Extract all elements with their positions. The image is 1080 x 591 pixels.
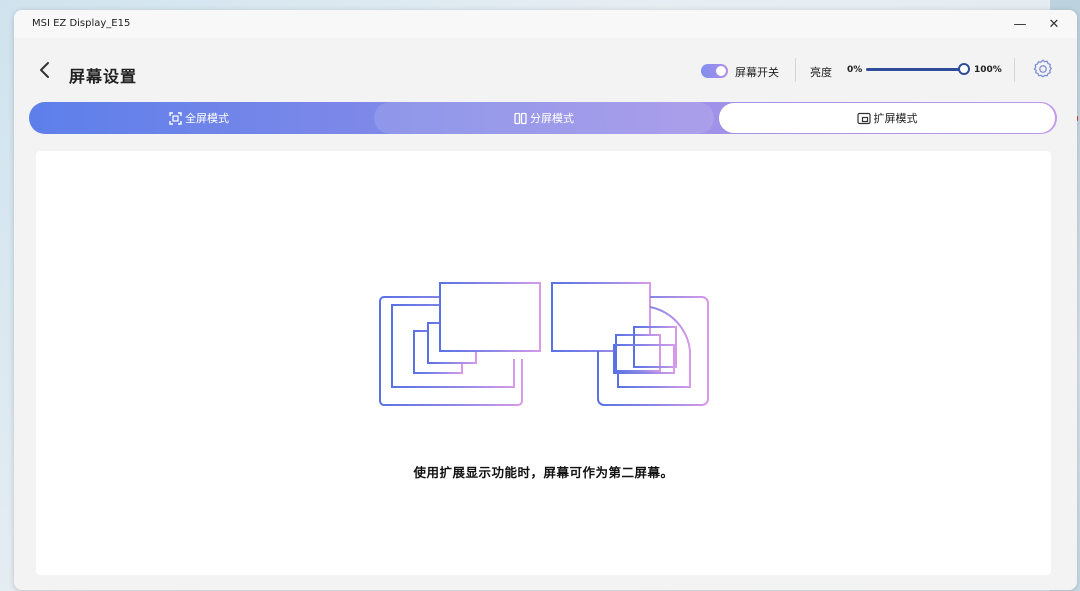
divider (795, 58, 796, 82)
mode-tabs: 全屏模式 分屏模式 扩屏模式 (29, 102, 1057, 134)
brightness-label: 亮度 (810, 66, 832, 79)
brightness-slider[interactable] (866, 68, 962, 71)
header-bar: 屏幕设置 屏幕开关 亮度 0% 100% (14, 38, 1077, 104)
window-title: MSI EZ Display_E15 (32, 18, 131, 29)
page-title: 屏幕设置 (69, 67, 138, 86)
title-bar: MSI EZ Display_E15 — ✕ (14, 10, 1077, 38)
tab-split-screen[interactable]: 分屏模式 (374, 102, 714, 134)
back-arrow-icon[interactable] (36, 60, 54, 80)
tab-fullscreen[interactable]: 全屏模式 (29, 102, 369, 134)
gear-icon[interactable] (1032, 58, 1054, 80)
split-screen-icon (514, 112, 527, 124)
tab-extend-screen[interactable]: 扩屏模式 (719, 103, 1055, 133)
tab-label: 扩屏模式 (873, 112, 918, 125)
screen-toggle-label: 屏幕开关 (735, 66, 779, 79)
content-panel: 使用扩展显示功能时，屏幕可作为第二屏幕。 (36, 151, 1051, 575)
screen-toggle[interactable] (701, 64, 728, 78)
fullscreen-icon (169, 111, 182, 125)
brightness-slider-thumb[interactable] (958, 63, 970, 75)
mode-description: 使用扩展显示功能时，屏幕可作为第二屏幕。 (413, 465, 674, 480)
divider (1014, 58, 1015, 82)
tab-label: 全屏模式 (185, 112, 229, 125)
tab-label: 分屏模式 (530, 112, 574, 125)
close-button[interactable]: ✕ (1041, 14, 1067, 34)
minimize-button[interactable]: — (1007, 14, 1033, 34)
extend-screen-icon (856, 112, 871, 124)
app-window: MSI EZ Display_E15 — ✕ 屏幕设置 屏幕开关 亮度 0% 1… (14, 10, 1077, 590)
brightness-min-label: 0% (847, 65, 863, 75)
brightness-max-label: 100% (974, 65, 1002, 75)
extended-display-illustration-icon (379, 282, 709, 406)
